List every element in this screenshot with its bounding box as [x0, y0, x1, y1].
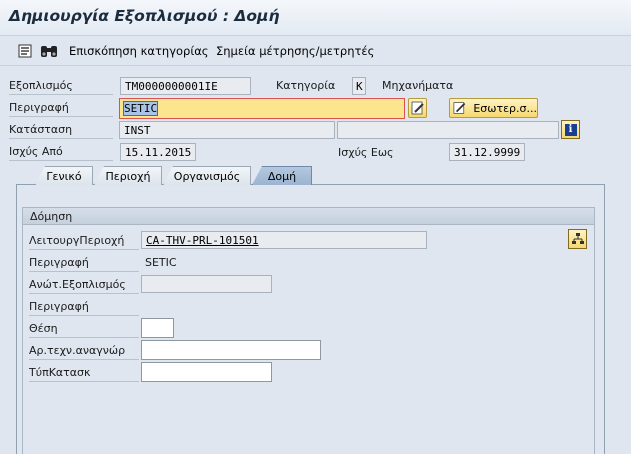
construction-type-label: ΤύπΚατασκ	[29, 366, 139, 382]
info-icon: i	[564, 123, 577, 136]
functional-location-field[interactable]: CA-THV-PRL-101501	[141, 231, 427, 249]
hierarchy-button[interactable]	[568, 229, 587, 249]
status-info-button[interactable]: i	[561, 120, 580, 139]
internal-note-button[interactable]: Εσωτερ.σ...	[449, 98, 538, 118]
superior-equipment-field[interactable]	[141, 275, 272, 293]
category-overview-button[interactable]: Επισκόπηση κατηγορίας	[69, 44, 209, 58]
description-value: SETIC	[122, 101, 159, 116]
status-text-field[interactable]	[337, 121, 559, 139]
valid-from-field[interactable]: 15.11.2015	[120, 143, 196, 161]
position-input[interactable]	[141, 318, 174, 338]
measuring-points-button[interactable]: Σημεία μέτρησης/μετρητές	[216, 44, 374, 58]
position-label: Θέση	[29, 322, 139, 338]
valid-from-label: Ισχύς Από	[9, 145, 113, 161]
valid-to-field[interactable]: 31.12.9999	[449, 143, 525, 161]
description-input[interactable]: SETIC	[119, 98, 405, 119]
structure-group-title: Δόμηση	[30, 210, 73, 223]
pencil-note-icon	[453, 102, 466, 114]
internal-note-label: Εσωτερ.σ...	[473, 101, 537, 115]
functional-location-label: ΛειτουργΠεριοχή	[29, 234, 139, 250]
category-field[interactable]: K	[352, 77, 366, 95]
construction-type-input[interactable]	[141, 362, 272, 382]
status-field[interactable]: INST	[119, 121, 335, 139]
valid-to-label: Ισχύς Εως	[338, 146, 394, 159]
binoculars-icon[interactable]	[39, 43, 59, 59]
equipment-field[interactable]: TM0000000001IE	[120, 77, 251, 95]
hierarchy-icon	[571, 233, 584, 244]
category-text: Μηχανήματα	[382, 79, 454, 92]
tab-location[interactable]: Περιοχή	[94, 166, 162, 185]
pencil-icon	[411, 101, 424, 115]
list-detail-icon[interactable]	[17, 43, 33, 59]
superior-description-label: Περιγραφή	[29, 300, 139, 316]
description-label: Περιγραφή	[9, 101, 113, 117]
superior-equipment-label: Ανώτ.Εξοπλισμός	[29, 278, 139, 294]
category-label: Κατηγορία	[276, 79, 336, 92]
structure-group-header	[23, 208, 594, 225]
fl-description-label: Περιγραφή	[29, 256, 139, 272]
edit-long-text-button[interactable]	[408, 98, 427, 118]
fl-description-value: SETIC	[145, 256, 177, 269]
tab-organization[interactable]: Οργανισμός	[163, 166, 251, 185]
tab-structure[interactable]: Δομή	[252, 166, 312, 185]
equipment-label: Εξοπλισμός	[9, 79, 113, 95]
tech-id-label: Αρ.τεχν.αναγνώρ	[29, 344, 139, 360]
status-label: Κατάσταση	[9, 123, 113, 139]
tech-id-input[interactable]	[141, 340, 321, 360]
tab-general[interactable]: Γενικό	[35, 166, 93, 185]
page-title: Δημιουργία Εξοπλισμού : Δομή	[9, 7, 280, 25]
